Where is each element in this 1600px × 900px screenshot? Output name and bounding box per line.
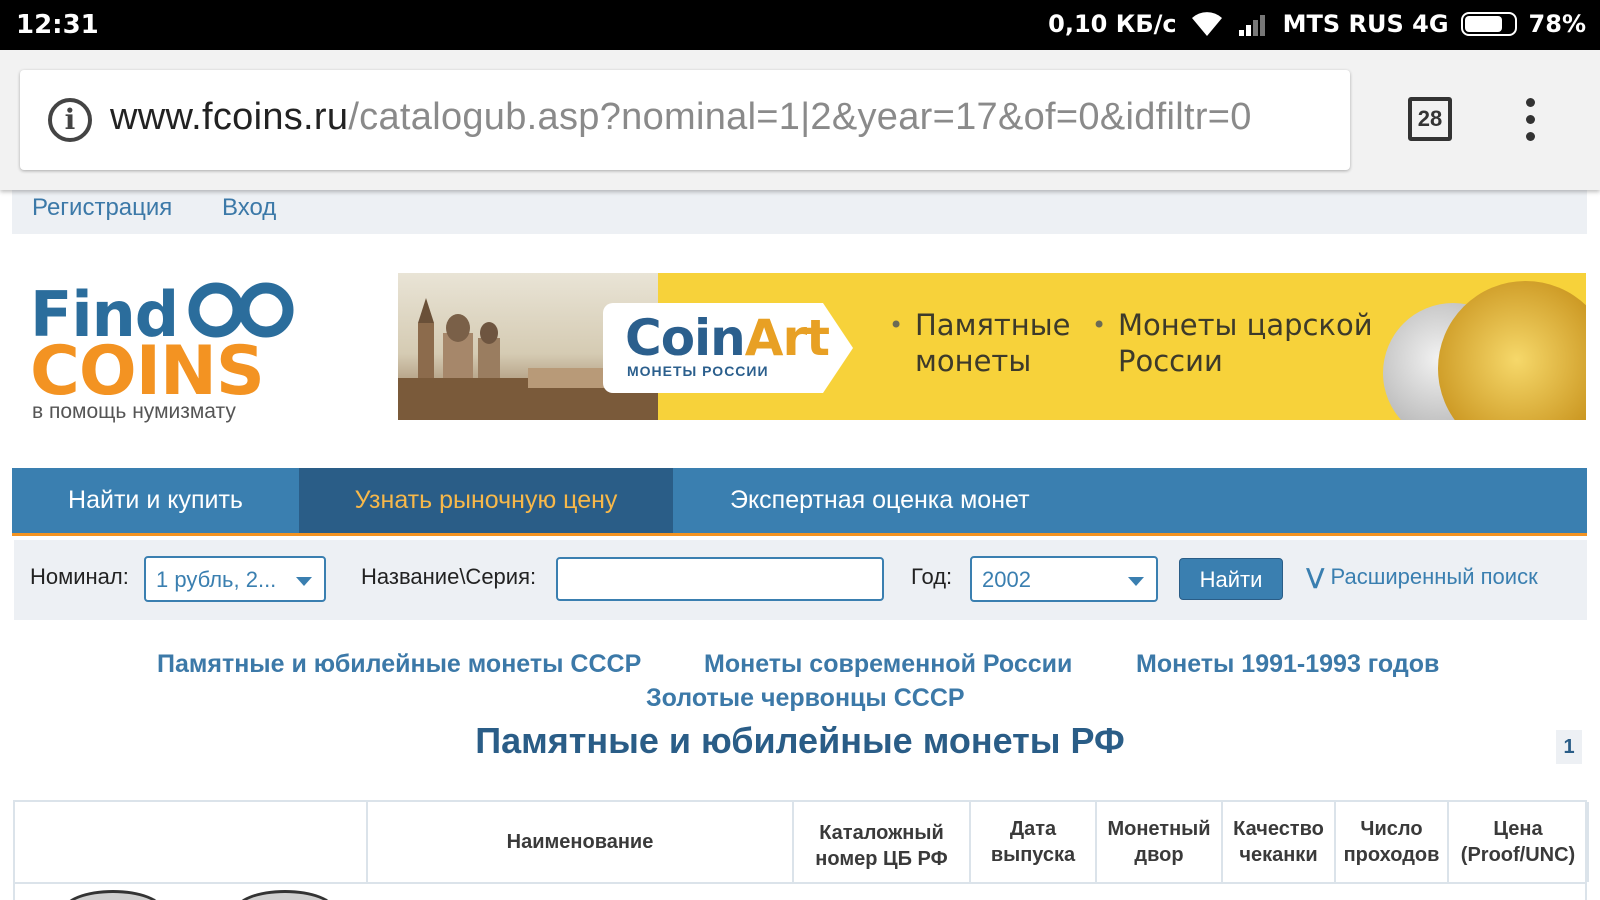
address-bar[interactable]: i www.fcoins.ru/catalogub.asp?nominal=1|… bbox=[20, 70, 1350, 170]
coin-thumbnail-obverse[interactable] bbox=[63, 890, 163, 900]
battery-percent: 78% bbox=[1528, 10, 1586, 38]
coin-thumbnail-reverse[interactable] bbox=[235, 890, 335, 900]
coinart-banner[interactable]: CoinArt МОНЕТЫ РОССИИ Памятные монеты Мо… bbox=[398, 273, 1586, 420]
coinart-title: CoinArt bbox=[625, 309, 830, 367]
col-header-price: Цена (Proof/UNC) bbox=[1449, 802, 1589, 882]
search-form: Номинал: 1 рубль, 2... Название\Серия: Г… bbox=[14, 540, 1587, 620]
status-time: 12:31 bbox=[16, 10, 99, 40]
battery-icon bbox=[1460, 12, 1517, 36]
battery-fill bbox=[1464, 16, 1502, 32]
signal-icon bbox=[1238, 15, 1265, 36]
find-button[interactable]: Найти bbox=[1179, 558, 1283, 600]
url-path: /catalogub.asp?nominal=1|2&year=17&of=0&… bbox=[348, 96, 1252, 138]
col-header-image bbox=[15, 802, 368, 882]
name-series-input[interactable] bbox=[556, 557, 884, 601]
wifi-icon bbox=[1191, 12, 1222, 36]
col-header-release-date: Дата выпуска bbox=[971, 802, 1097, 882]
col-header-mint: Монетный двор bbox=[1097, 802, 1223, 882]
account-links-bar: Регистрация Вход bbox=[12, 188, 1587, 234]
carrier-name: MTS RUS 4G bbox=[1282, 10, 1449, 38]
page-title: Памятные и юбилейные монеты РФ bbox=[475, 720, 1125, 761]
year-label: Год: bbox=[911, 564, 953, 589]
coinart-logo: CoinArt МОНЕТЫ РОССИИ bbox=[603, 303, 853, 393]
network-speed: 0,10 КБ/с bbox=[1048, 10, 1177, 38]
gold-coin-image bbox=[1438, 281, 1586, 420]
advanced-search-link[interactable]: ⋁ Расширенный поиск bbox=[1306, 564, 1538, 590]
overflow-menu-icon[interactable] bbox=[1520, 95, 1540, 145]
url-host: www.fcoins.ru bbox=[110, 96, 349, 138]
col-header-passes: Число проходов bbox=[1336, 802, 1449, 882]
coinart-subtitle: МОНЕТЫ РОССИИ bbox=[627, 363, 769, 379]
coins-table: Наименование Каталожный номер ЦБ РФ Дата… bbox=[13, 800, 1589, 900]
chevron-down-icon bbox=[296, 577, 312, 586]
tab-switcher-button[interactable]: 28 bbox=[1408, 97, 1452, 141]
site-logo[interactable]: Find COINS в помощь нумизмату bbox=[30, 278, 294, 428]
nominal-label: Номинал: bbox=[30, 564, 129, 589]
register-link[interactable]: Регистрация bbox=[32, 194, 172, 222]
category-link-ussr-commemorative[interactable]: Памятные и юбилейные монеты СССР bbox=[157, 650, 641, 679]
logo-tagline: в помощь нумизмату bbox=[32, 400, 236, 423]
category-link-1991-1993[interactable]: Монеты 1991-1993 годов bbox=[1136, 650, 1439, 679]
page-number[interactable]: 1 bbox=[1556, 730, 1582, 764]
url-text[interactable]: www.fcoins.ru/catalogub.asp?nominal=1|2&… bbox=[110, 96, 1252, 139]
banner-bullet-tsarist: Монеты царской России bbox=[1092, 307, 1373, 379]
nav-expert-appraisal[interactable]: Экспертная оценка монет bbox=[730, 468, 1070, 533]
name-series-label: Название\Серия: bbox=[361, 564, 537, 589]
info-icon[interactable]: i bbox=[48, 98, 92, 142]
col-header-catalog-number: Каталожный номер ЦБ РФ bbox=[794, 802, 971, 882]
nav-market-price[interactable]: Узнать рыночную цену bbox=[299, 468, 673, 533]
col-header-quality: Качество чеканки bbox=[1223, 802, 1336, 882]
main-nav: Найти и купить Узнать рыночную цену Эксп… bbox=[12, 468, 1587, 536]
table-row-divider bbox=[15, 882, 1585, 884]
banner-bullet-commemorative: Памятные монеты bbox=[889, 307, 1070, 379]
category-link-modern-russia[interactable]: Монеты современной России bbox=[704, 650, 1072, 679]
year-select[interactable]: 2002 bbox=[970, 556, 1158, 602]
chevron-down-icon bbox=[1128, 577, 1144, 586]
double-chevron-down-icon: ⋁ bbox=[1306, 564, 1325, 589]
login-link[interactable]: Вход bbox=[222, 194, 276, 222]
browser-toolbar: i www.fcoins.ru/catalogub.asp?nominal=1|… bbox=[0, 50, 1600, 190]
status-right: 0,10 КБ/с MTS RUS 4G 78% bbox=[1048, 10, 1586, 38]
nav-find-buy[interactable]: Найти и купить bbox=[12, 468, 299, 533]
col-header-name: Наименование bbox=[368, 802, 794, 882]
status-bar: 12:31 0,10 КБ/с MTS RUS 4G 78% bbox=[0, 0, 1600, 50]
category-link-gold-chervonets[interactable]: Золотые червонцы СССР bbox=[646, 684, 965, 713]
nominal-select[interactable]: 1 рубль, 2... bbox=[144, 556, 326, 602]
